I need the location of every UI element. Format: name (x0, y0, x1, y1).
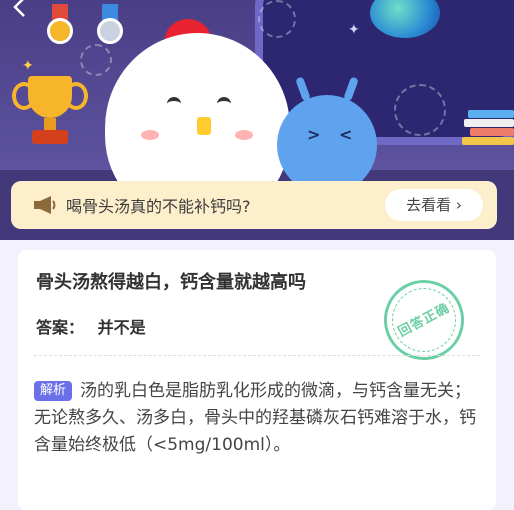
books-illustration (460, 110, 514, 150)
correct-stamp: 回答正确 (369, 265, 479, 375)
sparkle-icon: ✦ (22, 58, 34, 74)
analysis-body: 汤的乳白色是脂肪乳化形成的微滴，与钙含量无关；无论熬多久、汤多白，骨头中的羟基磷… (34, 381, 476, 455)
divider (34, 355, 480, 356)
analysis-text: 解析 汤的乳白色是脂肪乳化形成的微滴，与钙含量无关；无论熬多久、汤多白，骨头中的羟… (34, 378, 482, 459)
gold-medal-icon (45, 4, 75, 46)
chevron-right-icon: › (455, 196, 462, 214)
go-see-label: 去看看 (406, 196, 452, 214)
decor-ring (394, 84, 446, 136)
chevron-left-icon (13, 0, 25, 17)
answer-label: 答案： (36, 318, 85, 337)
back-button[interactable] (10, 0, 36, 22)
answer-value: 并不是 (97, 318, 146, 337)
trophy-icon (12, 76, 88, 146)
question-title: 骨头汤熬得越白，钙含量就越高吗 (36, 272, 306, 293)
question-banner: 喝骨头汤真的不能补钙吗? 去看看 › (11, 181, 497, 229)
answer-line: 答案： 并不是 (36, 314, 146, 338)
banner-question: 喝骨头汤真的不能补钙吗? (66, 197, 251, 216)
alien-mascot: > < (255, 76, 395, 195)
analysis-tag: 解析 (34, 381, 73, 401)
go-see-button[interactable]: 去看看 › (385, 189, 483, 221)
megaphone-icon (33, 195, 57, 215)
answer-card: 骨头汤熬得越白，钙含量就越高吗 答案： 并不是 回答正确 解析 汤的乳白色是脂肪乳… (18, 250, 496, 510)
sparkle-icon: ✦ (348, 22, 360, 38)
